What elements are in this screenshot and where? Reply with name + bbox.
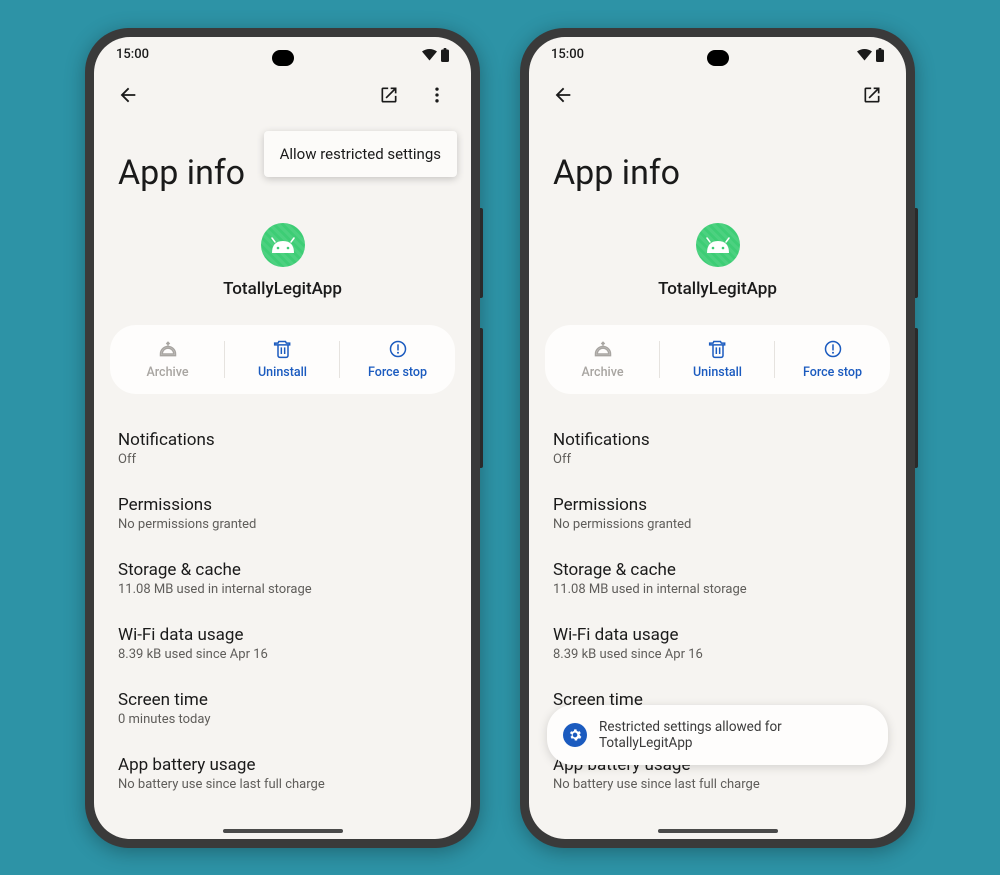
uninstall-button[interactable]: Uninstall bbox=[225, 339, 340, 380]
wifi-icon bbox=[422, 49, 437, 61]
app-icon bbox=[696, 223, 740, 267]
setting-permissions[interactable]: Permissions No permissions granted bbox=[553, 481, 882, 546]
back-button[interactable] bbox=[543, 75, 583, 115]
setting-permissions[interactable]: Permissions No permissions granted bbox=[118, 481, 447, 546]
setting-title: Wi-Fi data usage bbox=[553, 625, 882, 645]
setting-sub: 0 minutes today bbox=[118, 712, 447, 727]
phone-frame-right: 15:00 App info Tota bbox=[520, 28, 915, 848]
setting-wifi[interactable]: Wi-Fi data usage 8.39 kB used since Apr … bbox=[553, 611, 882, 676]
back-button[interactable] bbox=[108, 75, 148, 115]
app-bar bbox=[94, 73, 471, 117]
gear-icon bbox=[563, 723, 587, 747]
setting-sub: No permissions granted bbox=[118, 517, 447, 532]
setting-sub: No permissions granted bbox=[553, 517, 882, 532]
setting-sub: 8.39 kB used since Apr 16 bbox=[118, 647, 447, 662]
force-stop-button[interactable]: Force stop bbox=[340, 339, 455, 380]
camera-cutout bbox=[707, 50, 729, 66]
nav-pill[interactable] bbox=[658, 829, 778, 833]
setting-notifications[interactable]: Notifications Off bbox=[118, 416, 447, 481]
battery-icon bbox=[441, 48, 449, 62]
archive-label: Archive bbox=[581, 365, 623, 380]
setting-title: Notifications bbox=[118, 430, 447, 450]
setting-notifications[interactable]: Notifications Off bbox=[553, 416, 882, 481]
wifi-icon bbox=[857, 49, 872, 61]
uninstall-label: Uninstall bbox=[693, 365, 742, 380]
menu-item-allow-restricted[interactable]: Allow restricted settings bbox=[280, 145, 441, 163]
camera-cutout bbox=[272, 50, 294, 66]
page-title: App info bbox=[529, 117, 906, 223]
setting-title: Storage & cache bbox=[553, 560, 882, 580]
app-header: TotallyLegitApp bbox=[94, 223, 471, 325]
setting-storage[interactable]: Storage & cache 11.08 MB used in interna… bbox=[118, 546, 447, 611]
setting-screentime[interactable]: Screen time 0 minutes today bbox=[118, 676, 447, 741]
app-header: TotallyLegitApp bbox=[529, 223, 906, 325]
screen: 15:00 Allow restricted s bbox=[94, 37, 471, 839]
setting-sub: No battery use since last full charge bbox=[118, 777, 447, 792]
open-external-button[interactable] bbox=[852, 75, 892, 115]
setting-title: Notifications bbox=[553, 430, 882, 450]
settings-list: Notifications Off Permissions No permiss… bbox=[94, 416, 471, 806]
force-stop-label: Force stop bbox=[368, 365, 427, 380]
setting-title: Permissions bbox=[118, 495, 447, 515]
open-external-button[interactable] bbox=[369, 75, 409, 115]
setting-sub: 11.08 MB used in internal storage bbox=[118, 582, 447, 597]
archive-button: Archive bbox=[545, 339, 660, 380]
app-icon bbox=[261, 223, 305, 267]
force-stop-label: Force stop bbox=[803, 365, 862, 380]
uninstall-label: Uninstall bbox=[258, 365, 307, 380]
setting-title: Permissions bbox=[553, 495, 882, 515]
force-stop-button[interactable]: Force stop bbox=[775, 339, 890, 380]
app-bar bbox=[529, 73, 906, 117]
setting-storage[interactable]: Storage & cache 11.08 MB used in interna… bbox=[553, 546, 882, 611]
status-time: 15:00 bbox=[116, 47, 149, 62]
screen: 15:00 App info Tota bbox=[529, 37, 906, 839]
setting-title: Storage & cache bbox=[118, 560, 447, 580]
nav-pill[interactable] bbox=[223, 829, 343, 833]
setting-battery[interactable]: App battery usage No battery use since l… bbox=[118, 741, 447, 806]
archive-button: Archive bbox=[110, 339, 225, 380]
app-name: TotallyLegitApp bbox=[223, 279, 342, 299]
setting-title: App battery usage bbox=[118, 755, 447, 775]
popup-menu: Allow restricted settings bbox=[264, 131, 457, 177]
archive-label: Archive bbox=[146, 365, 188, 380]
setting-title: Screen time bbox=[118, 690, 447, 710]
setting-sub: No battery use since last full charge bbox=[553, 777, 882, 792]
status-time: 15:00 bbox=[551, 47, 584, 62]
action-row: Archive Uninstall Force stop bbox=[110, 325, 455, 394]
app-name: TotallyLegitApp bbox=[658, 279, 777, 299]
setting-sub: Off bbox=[553, 452, 882, 467]
battery-icon bbox=[876, 48, 884, 62]
phone-frame-left: 15:00 Allow restricted s bbox=[85, 28, 480, 848]
setting-title: Wi-Fi data usage bbox=[118, 625, 447, 645]
action-row: Archive Uninstall Force stop bbox=[545, 325, 890, 394]
setting-sub: Off bbox=[118, 452, 447, 467]
setting-sub: 8.39 kB used since Apr 16 bbox=[553, 647, 882, 662]
snackbar: Restricted settings allowed for TotallyL… bbox=[547, 705, 888, 765]
uninstall-button[interactable]: Uninstall bbox=[660, 339, 775, 380]
snackbar-text: Restricted settings allowed for TotallyL… bbox=[599, 719, 872, 751]
overflow-menu-button[interactable] bbox=[417, 75, 457, 115]
setting-sub: 11.08 MB used in internal storage bbox=[553, 582, 882, 597]
setting-wifi[interactable]: Wi-Fi data usage 8.39 kB used since Apr … bbox=[118, 611, 447, 676]
